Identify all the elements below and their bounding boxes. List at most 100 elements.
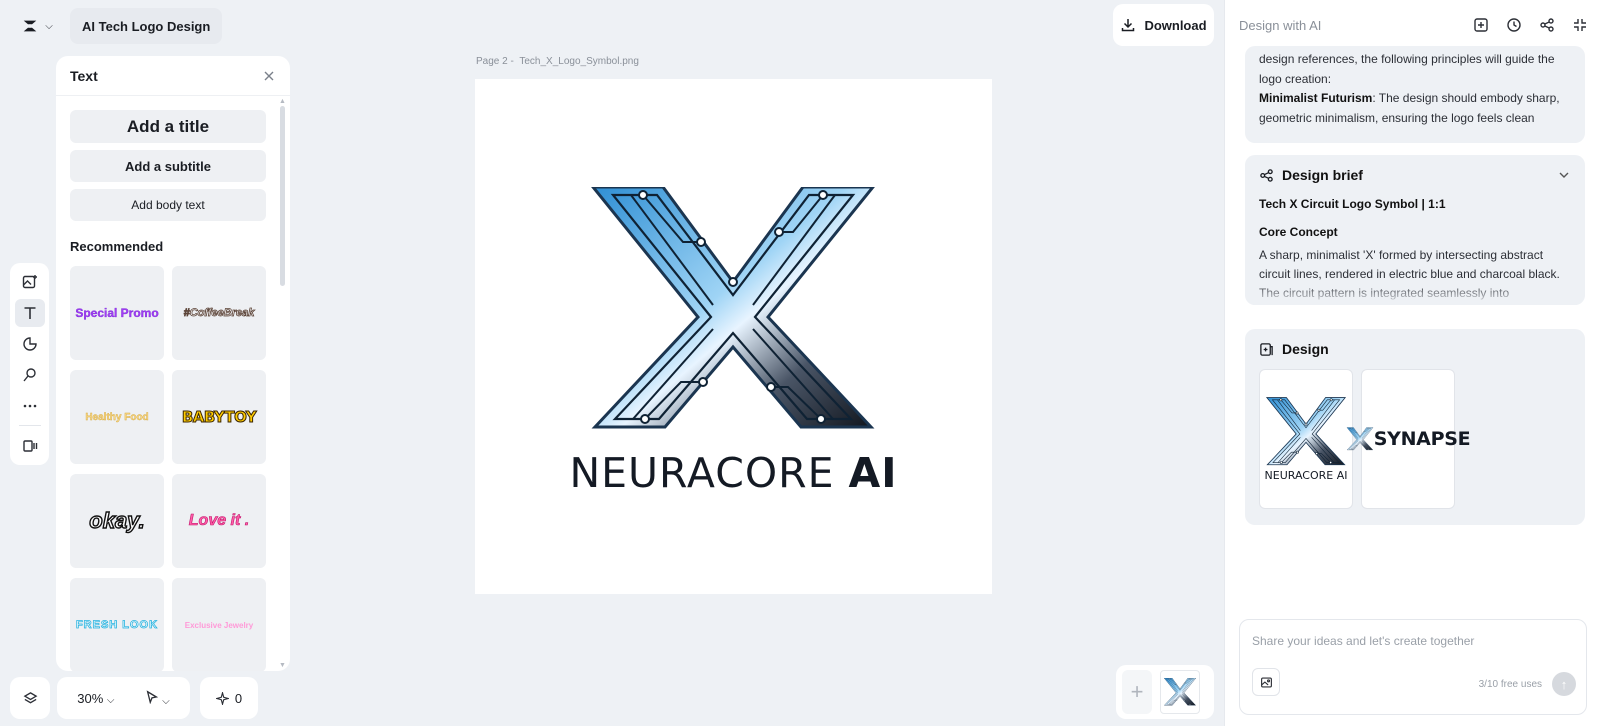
- rail-divider: [18, 425, 41, 426]
- text-style-tile[interactable]: Love it .: [172, 474, 266, 568]
- intro-bold: Minimalist Futurism: [1259, 91, 1373, 105]
- video-icon: [22, 440, 37, 452]
- text-panel-header: Text: [56, 56, 290, 96]
- design-brief-card: Design brief Tech X Circuit Logo Symbol …: [1245, 155, 1585, 305]
- design-results-header: Design: [1259, 341, 1571, 357]
- send-button[interactable]: ↑: [1552, 672, 1576, 696]
- text-style-tile[interactable]: Exclusive Jewelry: [172, 578, 266, 671]
- design-results-title: Design: [1282, 341, 1329, 357]
- scroll-up-icon[interactable]: ▲: [279, 98, 286, 105]
- credits-button[interactable]: 0: [200, 677, 258, 719]
- ai-header-actions: [1473, 17, 1588, 33]
- text-style-tile[interactable]: Healthy Food: [70, 370, 164, 464]
- intro-text-1: design references, the following princip…: [1259, 52, 1555, 86]
- text-panel-body: Add a title Add a subtitle Add body text…: [70, 110, 266, 671]
- ai-panel-header: Design with AI: [1225, 0, 1600, 50]
- tool-rail: [10, 263, 49, 465]
- text-style-label: Healthy Food: [85, 411, 149, 423]
- download-label: Download: [1144, 17, 1207, 33]
- plus-icon: +: [1130, 679, 1144, 704]
- rail-text-button[interactable]: [14, 299, 45, 327]
- chat-input[interactable]: Share your ideas and let's create togeth…: [1239, 619, 1587, 715]
- doc-title[interactable]: AI Tech Logo Design: [70, 8, 223, 44]
- rail-more-button[interactable]: [15, 392, 45, 420]
- design-brief-header[interactable]: Design brief: [1259, 167, 1571, 183]
- thumbnail-wordmark: NEURACORE AI: [1264, 468, 1348, 482]
- app-menu-button[interactable]: ⌵: [12, 8, 62, 44]
- design-thumbnails: NEURACORE AI SYNAPSE: [1259, 369, 1571, 509]
- wordmark-bold: AI: [848, 449, 898, 497]
- brand-icon: [22, 368, 36, 382]
- recommended-label: Recommended: [70, 239, 164, 254]
- app-logo-icon: [23, 20, 37, 32]
- collapse-icon[interactable]: [1572, 17, 1588, 33]
- design-results-card: Design NEURACORE AI SYNAPSE: [1245, 329, 1585, 525]
- add-subtitle-button[interactable]: Add a subtitle: [70, 150, 266, 182]
- scroll-down-icon[interactable]: ▼: [279, 662, 286, 669]
- text-style-label: okay.: [89, 507, 146, 533]
- design-thumbnail[interactable]: SYNAPSE: [1346, 369, 1471, 509]
- text-style-tile[interactable]: BABYTOY: [172, 370, 266, 464]
- chat-input-placeholder: Share your ideas and let's create togeth…: [1252, 634, 1475, 648]
- ai-panel: Design with AI design references, the fo…: [1224, 0, 1600, 726]
- arrow-up-icon: ↑: [1560, 676, 1568, 692]
- add-title-button[interactable]: Add a title: [70, 110, 266, 143]
- text-style-label: Exclusive Jewelry: [184, 620, 254, 630]
- x-logo-thumbnail: [1163, 678, 1197, 706]
- download-icon: [1122, 19, 1135, 32]
- text-style-tile[interactable]: FRESH LOOK: [70, 578, 164, 671]
- rail-elements-button[interactable]: [15, 330, 45, 358]
- zoom-select[interactable]: 30% ⌵: [77, 691, 114, 706]
- page-number: Page 2 -: [476, 56, 514, 67]
- image-icon: [1260, 676, 1272, 688]
- x-logo-mini: [1346, 427, 1373, 451]
- brief-title: Tech X Circuit Logo Symbol | 1:1: [1259, 197, 1446, 211]
- text-style-tile[interactable]: Special Promo: [70, 266, 164, 360]
- rail-image-button[interactable]: [15, 268, 45, 296]
- attach-image-button[interactable]: [1252, 668, 1280, 696]
- text-style-tile[interactable]: #CoffeeBreak: [172, 266, 266, 360]
- layers-button[interactable]: [10, 677, 50, 719]
- page-label: Page 2 - Tech_X_Logo_Symbol.png: [476, 56, 639, 67]
- new-chat-icon[interactable]: [1473, 17, 1489, 33]
- chevron-down-icon: ⌵: [162, 695, 170, 707]
- text-style-grid: Special Promo #CoffeeBreak Healthy Food …: [70, 266, 266, 671]
- add-body-text-button[interactable]: Add body text: [70, 189, 266, 221]
- rail-brand-button[interactable]: [15, 361, 45, 389]
- page-thumbnail[interactable]: [1160, 670, 1200, 714]
- pointer-select[interactable]: ⌵: [145, 689, 170, 707]
- download-button[interactable]: Download: [1113, 4, 1214, 46]
- text-style-label: #CoffeeBreak: [183, 307, 255, 320]
- brief-icon: [1260, 168, 1273, 182]
- text-panel-scrollbar[interactable]: [280, 106, 285, 286]
- top-left-bar: ⌵ AI Tech Logo Design: [0, 8, 223, 44]
- x-logo-mini: [1266, 396, 1346, 465]
- design-icon: [1260, 342, 1273, 356]
- add-page-button[interactable]: +: [1122, 670, 1152, 714]
- shapes-icon: [22, 337, 37, 351]
- ai-message-card: design references, the following princip…: [1245, 46, 1585, 143]
- text-style-label: BABYTOY: [181, 408, 257, 427]
- chevron-down-icon[interactable]: [1557, 168, 1571, 182]
- history-icon[interactable]: [1506, 17, 1522, 33]
- text-style-tile[interactable]: okay.: [70, 474, 164, 568]
- ai-panel-title: Design with AI: [1239, 17, 1322, 33]
- close-icon[interactable]: [262, 69, 276, 83]
- rail-video-button[interactable]: [15, 432, 45, 460]
- doc-title-text: AI Tech Logo Design: [82, 18, 211, 34]
- design-thumbnail[interactable]: NEURACORE AI: [1259, 369, 1353, 509]
- thumbnail-wordmark: SYNAPSE: [1373, 428, 1471, 450]
- chevron-down-icon: ⌵: [106, 694, 115, 706]
- layers-icon: [23, 691, 37, 703]
- design-canvas[interactable]: NEURACORE AI: [475, 79, 992, 594]
- credits-count: 0: [234, 690, 243, 706]
- share-icon[interactable]: [1539, 17, 1555, 33]
- pages-tray: +: [1116, 665, 1214, 719]
- text-panel: Text Add a title Add a subtitle Add body…: [56, 56, 290, 671]
- more-icon: [23, 404, 36, 408]
- brief-fade: [1245, 283, 1585, 305]
- text-icon: [24, 307, 35, 319]
- synapse-logo: SYNAPSE: [1346, 420, 1471, 458]
- text-style-label: FRESH LOOK: [75, 619, 159, 632]
- zoom-level: 30%: [77, 690, 104, 706]
